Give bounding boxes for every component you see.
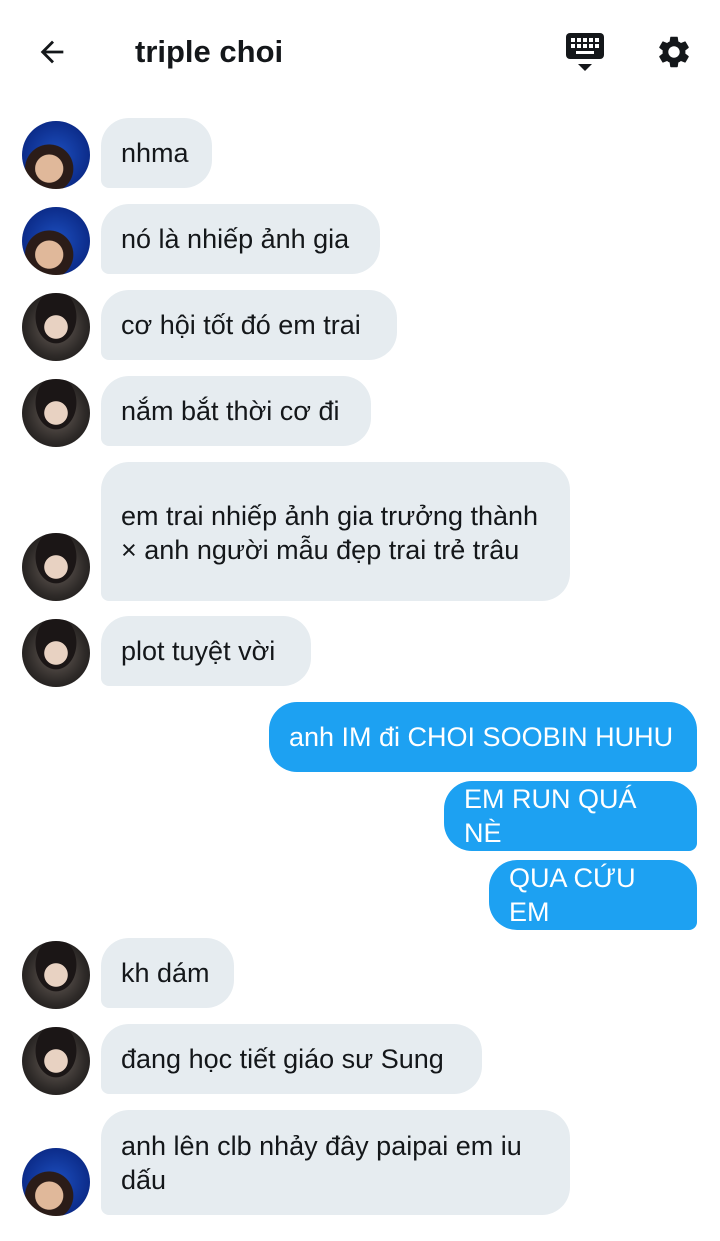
incoming-message[interactable]: cơ hội tốt đó em trai <box>101 290 397 360</box>
avatar[interactable] <box>22 293 90 361</box>
keyboard-icon <box>566 33 604 71</box>
conversation-header: triple choi <box>0 0 720 104</box>
incoming-message[interactable]: nhma <box>101 118 212 188</box>
outgoing-message[interactable]: anh IM đi CHOI SOOBIN HUHU <box>269 702 697 772</box>
avatar[interactable] <box>22 1148 90 1216</box>
avatar[interactable] <box>22 941 90 1009</box>
avatar[interactable] <box>22 379 90 447</box>
incoming-message[interactable]: nó là nhiếp ảnh gia <box>101 204 380 274</box>
avatar[interactable] <box>22 121 90 189</box>
outgoing-message[interactable]: EM RUN QUÁ NÈ <box>444 781 697 851</box>
avatar[interactable] <box>22 1027 90 1095</box>
incoming-message[interactable]: nắm bắt thời cơ đi <box>101 376 371 446</box>
incoming-message[interactable]: kh dám <box>101 938 234 1008</box>
incoming-message[interactable]: đang học tiết giáo sư Sung <box>101 1024 482 1094</box>
arrow-left-icon <box>40 40 64 64</box>
gear-icon <box>659 36 689 68</box>
avatar[interactable] <box>22 207 90 275</box>
incoming-message[interactable]: plot tuyệt vời <box>101 616 311 686</box>
outgoing-message[interactable]: QUA CỨU EM <box>489 860 697 930</box>
incoming-message[interactable]: em trai nhiếp ảnh gia trưởng thành × anh… <box>101 462 570 601</box>
conversation-title: triple choi <box>135 34 284 69</box>
settings-button[interactable] <box>652 30 696 74</box>
keyboard-button[interactable] <box>562 30 608 76</box>
back-button[interactable] <box>30 30 74 74</box>
incoming-message[interactable]: anh lên clb nhảy đây paipai em iu dấu <box>101 1110 570 1215</box>
avatar[interactable] <box>22 619 90 687</box>
avatar[interactable] <box>22 533 90 601</box>
